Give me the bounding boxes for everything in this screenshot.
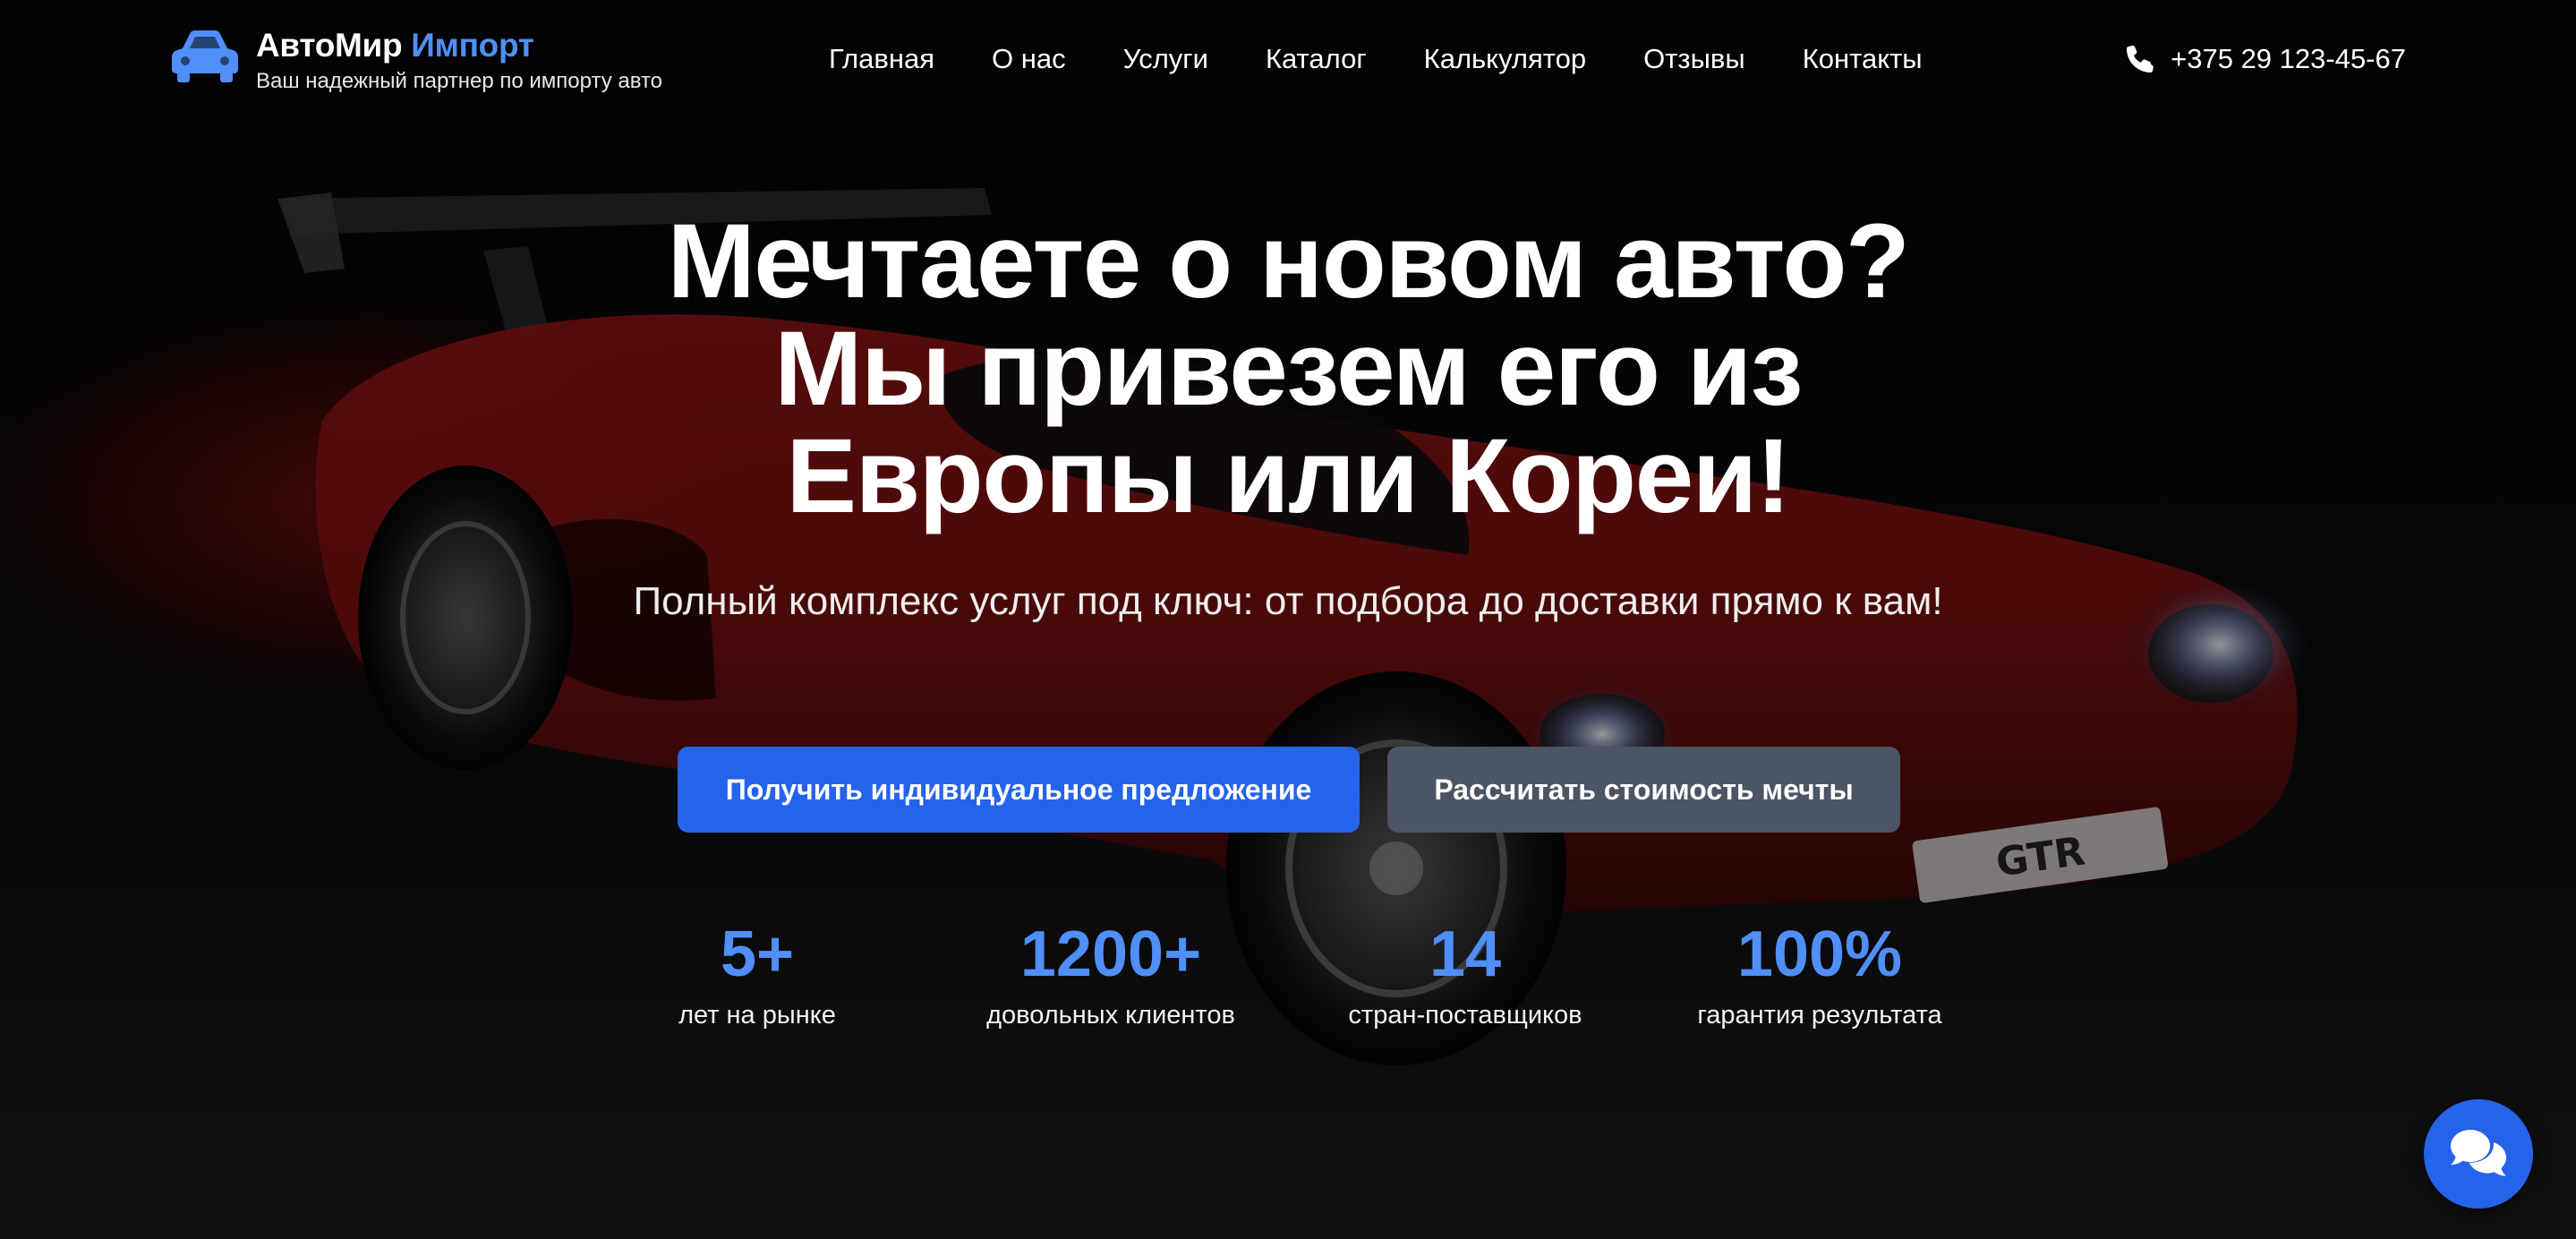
stat-label: лет на рынке [678, 1001, 836, 1030]
calculate-cost-button[interactable]: Рассчитать стоимость мечты [1387, 747, 1900, 833]
hero-title: Мечтаете о новом авто? Мы привезем его и… [572, 208, 2004, 530]
stat-value: 14 [1429, 919, 1502, 990]
get-offer-button[interactable]: Получить индивидуальное предложение [678, 747, 1360, 833]
site-header: АвтоМир Импорт Ваш надежный партнер по и… [0, 0, 2576, 125]
phone-link[interactable]: +375 29 123-45-67 [2126, 39, 2406, 79]
stat-countries: 14 стран-поставщиков [1313, 915, 1617, 1033]
phone-icon [2127, 45, 2154, 73]
stat-value: 5+ [720, 919, 795, 990]
stat-value: 100% [1736, 919, 1903, 990]
main-nav: Главная О нас Услуги Каталог Калькулятор… [829, 39, 1923, 79]
stat-label: довольных клиентов [986, 1001, 1235, 1030]
car-icon [172, 30, 238, 82]
stat-label: стран-поставщиков [1348, 1001, 1582, 1030]
stat-label: гарантия результата [1697, 1001, 1942, 1030]
brand-name: АвтоМир Импорт [256, 25, 662, 66]
chat-button[interactable] [2424, 1099, 2533, 1209]
stat-clients: 1200+ довольных клиентов [959, 915, 1263, 1033]
nav-item-catalog[interactable]: Каталог [1266, 39, 1367, 79]
phone-number: +375 29 123-45-67 [2171, 43, 2406, 74]
stat-guarantee: 100% гарантия результата [1668, 915, 1972, 1033]
nav-item-about[interactable]: О нас [992, 39, 1066, 79]
nav-item-services[interactable]: Услуги [1123, 39, 1208, 79]
stat-years: 5+ лет на рынке [605, 915, 909, 1033]
chat-icon [2451, 1130, 2506, 1176]
nav-item-contacts[interactable]: Контакты [1803, 39, 1923, 79]
hero-subtitle: Полный комплекс услуг под ключ: от подбо… [633, 579, 1943, 623]
hero-title-line-2: Мы привезем его из [774, 310, 1803, 428]
brand-name-main: АвтоМир [256, 27, 403, 64]
brand-tagline: Ваш надежный партнер по импорту авто [256, 69, 663, 93]
logo[interactable]: АвтоМир Импорт Ваш надежный партнер по и… [170, 25, 662, 95]
stat-value: 1200+ [1019, 919, 1202, 990]
nav-item-reviews[interactable]: Отзывы [1643, 39, 1745, 79]
hero-title-line-3: Европы или Кореи! [786, 417, 1791, 535]
nav-item-calculator[interactable]: Калькулятор [1424, 39, 1586, 79]
hero-title-line-1: Мечтаете о новом авто? [667, 202, 1910, 320]
nav-item-home[interactable]: Главная [829, 39, 934, 79]
brand-name-accent: Импорт [411, 27, 534, 64]
